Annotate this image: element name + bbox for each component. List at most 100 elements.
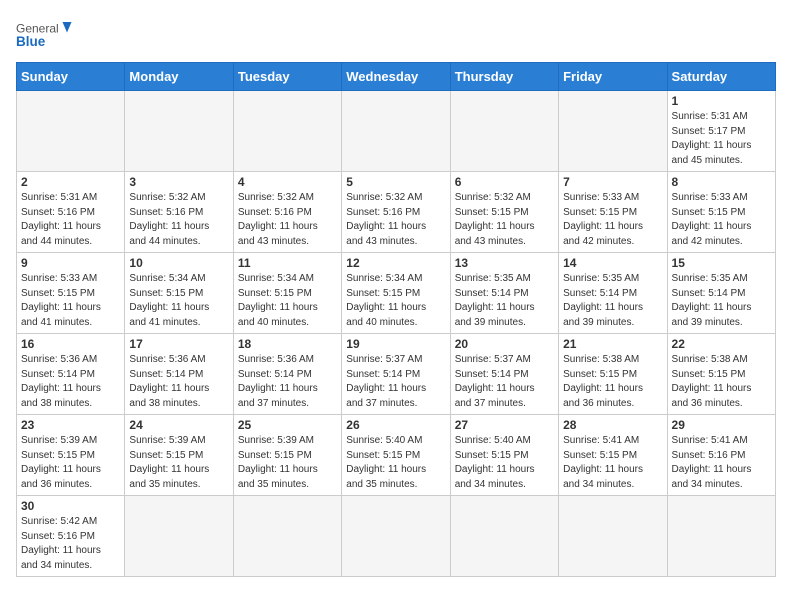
day-number: 12 xyxy=(346,256,445,270)
calendar-cell: 23 Sunrise: 5:39 AM Sunset: 5:15 PM Dayli… xyxy=(17,415,125,496)
calendar-cell: 16Sunrise: 5:36 AM Sunset: 5:14 PM Dayli… xyxy=(17,334,125,415)
day-number: 10 xyxy=(129,256,228,270)
day-info: Sunrise: 5:36 AM Sunset: 5:14 PM Dayligh… xyxy=(238,353,337,411)
calendar-cell: 24 Sunrise: 5:39 AM Sunset: 5:15 PM Dayli… xyxy=(125,415,233,496)
day-info: Sunrise: 5:39 AM Sunset: 5:15 PM Dayligh… xyxy=(238,434,337,492)
calendar-cell: 18 Sunrise: 5:36 AM Sunset: 5:14 PM Dayli… xyxy=(233,334,341,415)
calendar-cell: 28 Sunrise: 5:41 AM Sunset: 5:15 PM Dayli… xyxy=(559,415,667,496)
weekday-header-tuesday: Tuesday xyxy=(233,63,341,91)
calendar-cell xyxy=(17,91,125,172)
day-info: Sunrise: 5:39 AM Sunset: 5:15 PM Dayligh… xyxy=(129,434,228,492)
day-info: Sunrise: 5:39 AM Sunset: 5:15 PM Dayligh… xyxy=(21,434,120,492)
calendar-cell xyxy=(125,496,233,577)
day-number: 30 xyxy=(21,499,120,513)
calendar-cell: 7 Sunrise: 5:33 AM Sunset: 5:15 PM Daylig… xyxy=(559,172,667,253)
day-number: 9 xyxy=(21,256,120,270)
day-number: 26 xyxy=(346,418,445,432)
generalblue-logo: General Blue xyxy=(16,16,76,52)
day-info: Sunrise: 5:34 AM Sunset: 5:15 PM Dayligh… xyxy=(129,272,228,330)
day-info: Sunrise: 5:32 AM Sunset: 5:16 PM Dayligh… xyxy=(238,191,337,249)
calendar-cell: 8 Sunrise: 5:33 AM Sunset: 5:15 PM Daylig… xyxy=(667,172,775,253)
calendar-cell: 27 Sunrise: 5:40 AM Sunset: 5:15 PM Dayli… xyxy=(450,415,558,496)
day-number: 1 xyxy=(672,94,771,108)
day-info: Sunrise: 5:42 AM Sunset: 5:16 PM Dayligh… xyxy=(21,515,120,573)
calendar-cell xyxy=(667,496,775,577)
calendar-cell: 15Sunrise: 5:35 AM Sunset: 5:14 PM Dayli… xyxy=(667,253,775,334)
calendar-cell: 17Sunrise: 5:36 AM Sunset: 5:14 PM Dayli… xyxy=(125,334,233,415)
weekday-header-friday: Friday xyxy=(559,63,667,91)
day-number: 23 xyxy=(21,418,120,432)
day-info: Sunrise: 5:34 AM Sunset: 5:15 PM Dayligh… xyxy=(346,272,445,330)
day-number: 25 xyxy=(238,418,337,432)
calendar-cell: 13 Sunrise: 5:35 AM Sunset: 5:14 PM Dayli… xyxy=(450,253,558,334)
day-info: Sunrise: 5:40 AM Sunset: 5:15 PM Dayligh… xyxy=(346,434,445,492)
weekday-header-sunday: Sunday xyxy=(17,63,125,91)
calendar-cell xyxy=(559,496,667,577)
day-number: 4 xyxy=(238,175,337,189)
day-number: 5 xyxy=(346,175,445,189)
weekday-header-saturday: Saturday xyxy=(667,63,775,91)
day-info: Sunrise: 5:35 AM Sunset: 5:14 PM Dayligh… xyxy=(563,272,662,330)
weekday-header-row: SundayMondayTuesdayWednesdayThursdayFrid… xyxy=(17,63,776,91)
day-info: Sunrise: 5:35 AM Sunset: 5:14 PM Dayligh… xyxy=(672,272,771,330)
day-info: Sunrise: 5:38 AM Sunset: 5:15 PM Dayligh… xyxy=(563,353,662,411)
day-info: Sunrise: 5:33 AM Sunset: 5:15 PM Dayligh… xyxy=(563,191,662,249)
calendar-cell: 1Sunrise: 5:31 AM Sunset: 5:17 PM Daylig… xyxy=(667,91,775,172)
day-info: Sunrise: 5:36 AM Sunset: 5:14 PM Dayligh… xyxy=(129,353,228,411)
day-number: 14 xyxy=(563,256,662,270)
calendar-week-1: 2Sunrise: 5:31 AM Sunset: 5:16 PM Daylig… xyxy=(17,172,776,253)
svg-text:Blue: Blue xyxy=(16,34,46,49)
calendar-cell: 10 Sunrise: 5:34 AM Sunset: 5:15 PM Dayli… xyxy=(125,253,233,334)
day-info: Sunrise: 5:40 AM Sunset: 5:15 PM Dayligh… xyxy=(455,434,554,492)
calendar-cell: 25 Sunrise: 5:39 AM Sunset: 5:15 PM Dayli… xyxy=(233,415,341,496)
calendar-cell: 19Sunrise: 5:37 AM Sunset: 5:14 PM Dayli… xyxy=(342,334,450,415)
day-info: Sunrise: 5:32 AM Sunset: 5:16 PM Dayligh… xyxy=(129,191,228,249)
calendar-cell: 5Sunrise: 5:32 AM Sunset: 5:16 PM Daylig… xyxy=(342,172,450,253)
calendar-week-3: 16 Sunrise: 5:36 AM Sunset: 5:14 PM Dayli… xyxy=(17,334,776,415)
day-number: 3 xyxy=(129,175,228,189)
calendar-cell: 2Sunrise: 5:31 AM Sunset: 5:16 PM Daylig… xyxy=(17,172,125,253)
day-info: Sunrise: 5:33 AM Sunset: 5:15 PM Dayligh… xyxy=(672,191,771,249)
calendar-cell xyxy=(559,91,667,172)
day-number: 20 xyxy=(455,337,554,351)
day-number: 18 xyxy=(238,337,337,351)
day-number: 13 xyxy=(455,256,554,270)
day-number: 24 xyxy=(129,418,228,432)
day-number: 2 xyxy=(21,175,120,189)
calendar-cell: 30 Sunrise: 5:42 AM Sunset: 5:16 PM Dayli… xyxy=(17,496,125,577)
day-info: Sunrise: 5:38 AM Sunset: 5:15 PM Dayligh… xyxy=(672,353,771,411)
day-info: Sunrise: 5:37 AM Sunset: 5:14 PM Dayligh… xyxy=(346,353,445,411)
day-info: Sunrise: 5:35 AM Sunset: 5:14 PM Dayligh… xyxy=(455,272,554,330)
day-number: 11 xyxy=(238,256,337,270)
day-number: 8 xyxy=(672,175,771,189)
calendar-cell xyxy=(342,91,450,172)
logo-area: General Blue xyxy=(16,16,76,54)
day-number: 29 xyxy=(672,418,771,432)
weekday-header-thursday: Thursday xyxy=(450,63,558,91)
calendar-cell: 21 Sunrise: 5:38 AM Sunset: 5:15 PM Dayli… xyxy=(559,334,667,415)
calendar-cell: 12 Sunrise: 5:34 AM Sunset: 5:15 PM Dayli… xyxy=(342,253,450,334)
calendar-cell xyxy=(233,496,341,577)
day-info: Sunrise: 5:41 AM Sunset: 5:16 PM Dayligh… xyxy=(672,434,771,492)
day-number: 21 xyxy=(563,337,662,351)
day-number: 27 xyxy=(455,418,554,432)
calendar-cell xyxy=(342,496,450,577)
calendar-cell xyxy=(233,91,341,172)
day-number: 16 xyxy=(21,337,120,351)
day-number: 7 xyxy=(563,175,662,189)
calendar-cell: 20 Sunrise: 5:37 AM Sunset: 5:14 PM Dayli… xyxy=(450,334,558,415)
day-info: Sunrise: 5:34 AM Sunset: 5:15 PM Dayligh… xyxy=(238,272,337,330)
calendar-cell: 14 Sunrise: 5:35 AM Sunset: 5:14 PM Dayli… xyxy=(559,253,667,334)
day-number: 28 xyxy=(563,418,662,432)
calendar-header: SundayMondayTuesdayWednesdayThursdayFrid… xyxy=(17,63,776,91)
day-info: Sunrise: 5:37 AM Sunset: 5:14 PM Dayligh… xyxy=(455,353,554,411)
calendar-cell: 29 Sunrise: 5:41 AM Sunset: 5:16 PM Dayli… xyxy=(667,415,775,496)
day-number: 6 xyxy=(455,175,554,189)
day-info: Sunrise: 5:41 AM Sunset: 5:15 PM Dayligh… xyxy=(563,434,662,492)
calendar-cell: 6Sunrise: 5:32 AM Sunset: 5:15 PM Daylig… xyxy=(450,172,558,253)
weekday-header-wednesday: Wednesday xyxy=(342,63,450,91)
calendar-week-5: 30 Sunrise: 5:42 AM Sunset: 5:16 PM Dayli… xyxy=(17,496,776,577)
calendar-cell xyxy=(450,91,558,172)
calendar-cell xyxy=(125,91,233,172)
weekday-header-monday: Monday xyxy=(125,63,233,91)
